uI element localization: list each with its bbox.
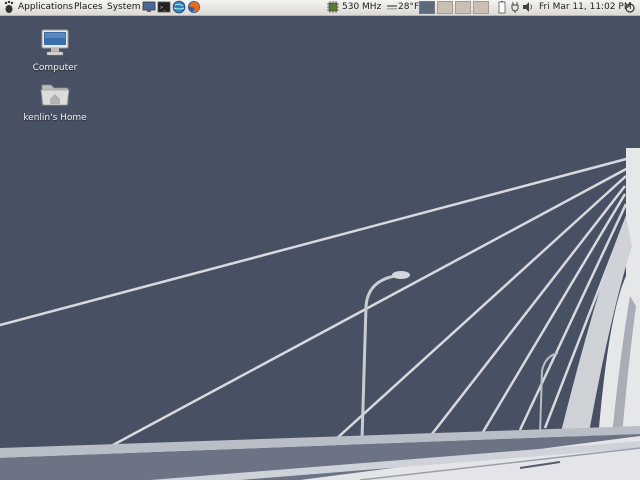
workspace-4[interactable] — [473, 1, 489, 14]
system-menu[interactable]: System — [107, 0, 141, 15]
clock[interactable]: Fri Mar 11, 11:02 PM — [539, 0, 632, 15]
monitor-icon[interactable] — [142, 0, 156, 15]
shutdown-icon[interactable] — [624, 0, 636, 15]
workspace-3[interactable] — [455, 1, 471, 14]
cpu-chip-icon — [326, 0, 340, 15]
bridge-wallpaper — [0, 16, 640, 480]
weather-cloud-icon — [386, 0, 398, 15]
workspace-switcher[interactable] — [419, 1, 491, 14]
workspace-1[interactable] — [419, 1, 435, 14]
desktop-icon-computer[interactable]: Computer — [15, 28, 95, 73]
applications-menu[interactable]: Applications — [18, 0, 73, 15]
weather-temperature[interactable]: 28°F — [398, 0, 419, 15]
terminal-icon[interactable]: >_ — [157, 0, 171, 15]
desktop[interactable]: Computer kenlin's Home — [0, 16, 640, 480]
desktop-icon-label: kenlin's Home — [23, 113, 87, 123]
power-plug-icon[interactable] — [510, 0, 520, 15]
workspace-2[interactable] — [437, 1, 453, 14]
desktop-icon-home[interactable]: kenlin's Home — [15, 80, 95, 123]
home-folder-icon — [40, 84, 70, 106]
desktop-icon-label: Computer — [32, 63, 78, 73]
computer-icon — [41, 29, 69, 56]
globe-icon[interactable] — [172, 0, 186, 15]
battery-icon[interactable] — [498, 0, 506, 15]
firefox-icon[interactable] — [187, 0, 201, 15]
gnome-foot-icon[interactable] — [4, 0, 14, 15]
places-menu[interactable]: Places — [74, 0, 103, 15]
cpu-frequency[interactable]: 530 MHz — [342, 0, 381, 15]
volume-icon[interactable] — [522, 0, 534, 15]
svg-text:>_: >_ — [160, 5, 167, 11]
top-panel: Applications Places System >_ 530 MHz 28… — [0, 0, 640, 16]
